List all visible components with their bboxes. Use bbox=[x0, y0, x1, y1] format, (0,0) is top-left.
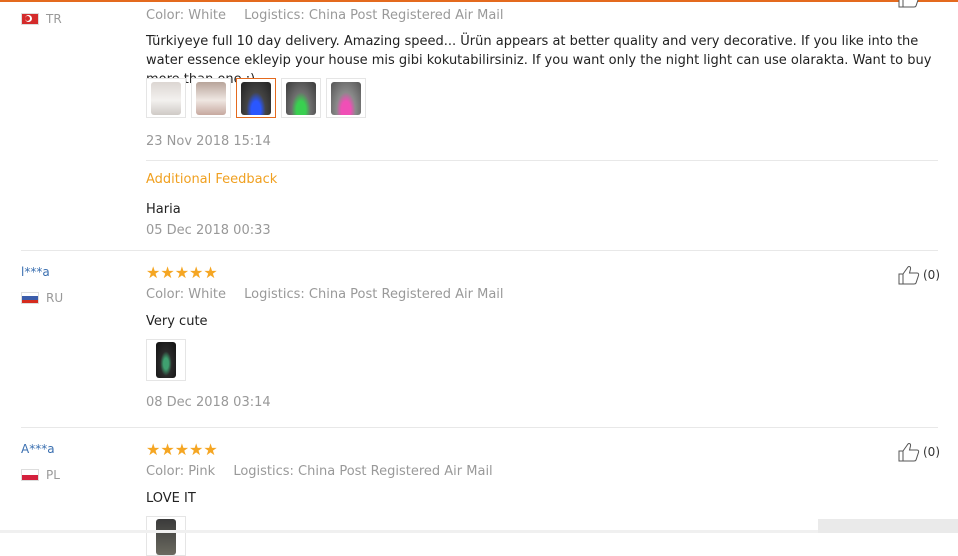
review-photo-thumbnail[interactable] bbox=[146, 339, 186, 381]
logistics-attribute: Logistics: China Post Registered Air Mai… bbox=[244, 8, 504, 23]
country-code: TR bbox=[46, 12, 62, 26]
reviewer-name[interactable]: l***a bbox=[21, 265, 50, 279]
color-attribute: Color: White bbox=[146, 287, 227, 302]
thumbs-up-icon bbox=[898, 266, 920, 285]
scrollbar-thumb[interactable] bbox=[818, 519, 958, 533]
top-accent-line bbox=[0, 0, 958, 2]
review-separator bbox=[21, 250, 938, 251]
review-date: 08 Dec 2018 03:14 bbox=[146, 395, 271, 410]
additional-feedback-label: Additional Feedback bbox=[146, 172, 278, 187]
review-photos bbox=[146, 516, 191, 556]
review-photo-thumbnail[interactable] bbox=[146, 516, 186, 556]
review-date: 23 Nov 2018 15:14 bbox=[146, 134, 271, 149]
review-photo-thumbnail[interactable] bbox=[281, 78, 321, 118]
country-code: PL bbox=[46, 468, 60, 482]
review-photo-thumbnail[interactable] bbox=[326, 78, 366, 118]
review-photos bbox=[146, 339, 191, 381]
review-meta: Color: White Logistics: China Post Regis… bbox=[146, 287, 504, 302]
russia-flag-icon bbox=[21, 292, 39, 304]
logistics-attribute: Logistics: China Post Registered Air Mai… bbox=[233, 464, 493, 479]
reviewer-name[interactable]: A***a bbox=[21, 442, 55, 456]
additional-feedback-text: Haria bbox=[146, 202, 181, 217]
helpful-count: (0) bbox=[923, 445, 940, 459]
country-code: RU bbox=[46, 291, 64, 305]
reviewer-country: TR bbox=[21, 12, 62, 26]
review-photo-thumbnail[interactable] bbox=[146, 78, 186, 118]
color-attribute: Color: White bbox=[146, 8, 227, 23]
review-meta: Color: White Logistics: China Post Regis… bbox=[146, 8, 504, 23]
helpful-count: (0) bbox=[923, 268, 940, 282]
helpful-button[interactable]: (0) bbox=[898, 265, 940, 285]
helpful-button[interactable] bbox=[898, 0, 923, 8]
divider bbox=[146, 160, 938, 161]
review-text: Very cute bbox=[146, 314, 208, 329]
color-attribute: Color: Pink bbox=[146, 464, 216, 479]
review-photo-thumbnail[interactable] bbox=[236, 78, 276, 118]
thumbs-up-icon bbox=[898, 443, 920, 462]
additional-feedback-date: 05 Dec 2018 00:33 bbox=[146, 223, 271, 238]
review-text: LOVE IT bbox=[146, 491, 196, 506]
logistics-attribute: Logistics: China Post Registered Air Mai… bbox=[244, 287, 504, 302]
thumbs-up-icon bbox=[898, 0, 919, 8]
review-meta: Color: Pink Logistics: China Post Regist… bbox=[146, 464, 493, 479]
star-rating: ★★★★★ bbox=[146, 263, 218, 282]
helpful-button[interactable]: (0) bbox=[898, 442, 940, 462]
reviewer-country: PL bbox=[21, 468, 60, 482]
star-rating: ★★★★★ bbox=[146, 440, 218, 459]
review-separator bbox=[21, 427, 938, 428]
turkey-flag-icon bbox=[21, 13, 39, 25]
review-photo-thumbnail[interactable] bbox=[191, 78, 231, 118]
reviewer-country: RU bbox=[21, 291, 63, 305]
review-photos bbox=[146, 78, 371, 118]
poland-flag-icon bbox=[21, 469, 39, 481]
